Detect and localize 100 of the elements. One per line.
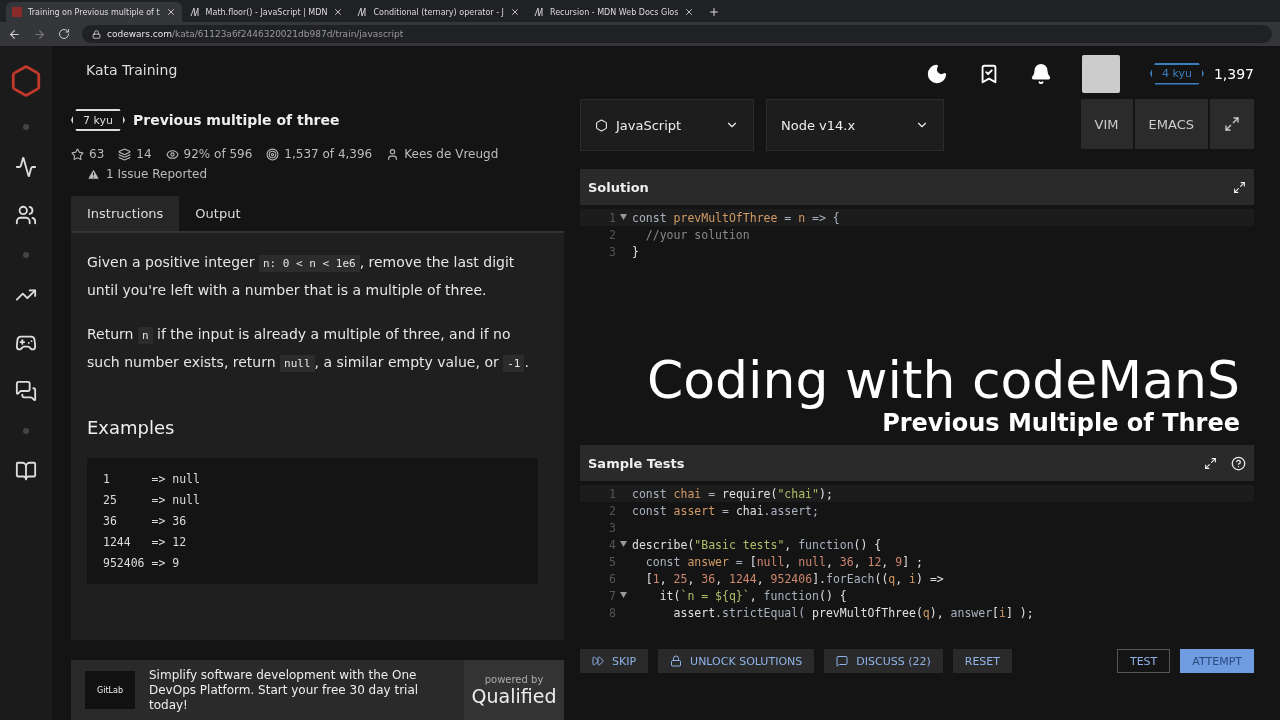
discuss-icon xyxy=(836,655,849,667)
back-icon[interactable] xyxy=(8,27,21,41)
close-icon[interactable] xyxy=(510,7,520,17)
expand-icon[interactable] xyxy=(1204,456,1217,470)
mode-button[interactable]: VIM xyxy=(1080,99,1133,149)
fold-icon[interactable] xyxy=(620,541,627,547)
code-line: assert.strictEqual( prevMultOfThree(q), answer[i] ); xyxy=(672,605,1034,620)
line-number: 1 xyxy=(608,210,617,225)
address-bar[interactable]: codewars.com/kata/61123a6f2446320021db987d/train/javascript xyxy=(82,25,1272,43)
moon-icon[interactable] xyxy=(925,62,948,85)
paragraph: Given a positive integer n: 0 < n < 1e6 , remove the last digit until you're left with a number that is a multiple of three. xyxy=(87,253,516,300)
browser-tab[interactable]: Math.floor() - JavaScript | MDN xyxy=(183,2,350,22)
line-number: 2 xyxy=(608,227,617,242)
stat-text: 14 xyxy=(136,147,152,161)
code-line: } xyxy=(632,244,639,259)
favicon-icon xyxy=(534,7,544,17)
book-icon[interactable] xyxy=(15,460,37,482)
stat-text: Kees de Vreugd xyxy=(404,147,499,161)
stat-text: 1,537 of 4,396 xyxy=(284,147,373,161)
rank-badge: 7 kyu xyxy=(71,109,125,131)
bell-icon[interactable] xyxy=(1029,62,1052,85)
collections-icon xyxy=(118,147,132,161)
fullscreen-button[interactable] xyxy=(1210,99,1254,149)
close-icon[interactable] xyxy=(333,7,344,17)
overlay-subtitle: Previous Multiple of Three xyxy=(882,409,1240,437)
code-line: 25 => null xyxy=(103,493,201,507)
ad-logo[interactable]: GitLab xyxy=(85,671,135,709)
honor-score: 1,397 xyxy=(1213,65,1254,82)
stat-text: 63 xyxy=(89,147,105,161)
code-line: 1244 => 12 xyxy=(103,535,188,549)
page-title: Kata Training xyxy=(85,61,179,78)
skip-icon xyxy=(592,655,604,667)
language-select[interactable]: JavaScript xyxy=(580,99,754,151)
tab[interactable]: Instructions xyxy=(71,196,180,231)
browser-tab[interactable]: Recursion - MDN Web Docs Glos xyxy=(528,2,701,22)
favicon-icon xyxy=(357,7,368,17)
section-heading: Examples xyxy=(87,417,176,438)
test-button[interactable]: TEST xyxy=(1116,649,1171,673)
version-select[interactable]: Node v14.x xyxy=(766,99,944,151)
help-icon[interactable] xyxy=(1231,455,1246,471)
code-line: describe("Basic tests", function() { xyxy=(632,537,882,552)
mode-button[interactable]: EMACS xyxy=(1134,99,1208,149)
kata-title: Previous multiple of three xyxy=(132,112,340,128)
satisfaction-icon xyxy=(165,147,179,161)
avatar[interactable] xyxy=(1081,54,1120,93)
line-number: 5 xyxy=(608,554,617,569)
forward-icon[interactable] xyxy=(33,27,46,41)
line-number: 8 xyxy=(608,605,617,620)
browser-tab[interactable]: Training on Previous multiple of t xyxy=(6,2,182,22)
code-line: const assert = chai.assert; xyxy=(632,503,819,518)
warning-icon xyxy=(87,167,100,181)
discuss-button[interactable]: DISCUSS (22) xyxy=(824,649,943,673)
line-number: 1 xyxy=(608,486,617,501)
code-line: [1, 25, 36, 1244, 952406].forEach((q, i) => xyxy=(644,571,944,586)
expand-icon xyxy=(1224,116,1240,132)
pane-title: Solution xyxy=(588,179,650,195)
star-icon xyxy=(71,147,84,161)
favicon-icon xyxy=(12,7,22,17)
skip-button[interactable]: SKIP xyxy=(580,649,649,673)
close-icon[interactable] xyxy=(165,7,176,17)
url-text: codewars.com/kata/61123a6f2446320021db987d/train/javascript xyxy=(107,29,404,39)
author-icon xyxy=(386,147,400,161)
line-number: 3 xyxy=(608,244,617,259)
brand-logo[interactable]: Qualified xyxy=(471,684,557,707)
code-line: const prevMultOfThree = n => { xyxy=(632,210,840,225)
line-number: 4 xyxy=(608,537,617,552)
fold-icon[interactable] xyxy=(620,214,627,220)
paragraph: Return n if the input is already a multiple of three, and if no such number exists, return null , a similar empty value, or -1 . xyxy=(87,325,530,374)
tab[interactable]: Output xyxy=(179,196,257,231)
messages-icon[interactable] xyxy=(15,380,37,402)
close-icon[interactable] xyxy=(684,7,695,17)
ad-text[interactable]: Simplify software development with the One DevOps Platform. Start your free 30 day trial today! xyxy=(149,667,450,713)
code-line: //your solution xyxy=(644,227,750,242)
overlay-title: Coding with codeManS xyxy=(646,351,1240,409)
code-line: 952406 => 9 xyxy=(103,556,181,570)
line-number: 3 xyxy=(608,520,617,535)
line-number: 7 xyxy=(608,588,617,603)
code-line: it(`n = ${q}`, function() { xyxy=(658,588,847,603)
lock-icon xyxy=(92,29,101,39)
code-line: const chai = require("chai"); xyxy=(632,486,833,501)
reload-icon[interactable] xyxy=(58,28,70,40)
unlock-icon xyxy=(670,655,683,667)
expand-icon[interactable] xyxy=(1233,180,1246,194)
completed-icon xyxy=(266,147,280,161)
rank-badge: 4 kyu xyxy=(1149,62,1204,85)
powered-by-text: powered by xyxy=(484,673,544,685)
unlock-button[interactable]: UNLOCK SOLUTIONS xyxy=(658,649,815,673)
line-number: 2 xyxy=(608,503,617,518)
code-line: const answer = [null, null, 36, 12, 9] ; xyxy=(644,554,923,569)
fold-icon[interactable] xyxy=(620,592,627,598)
issue-link[interactable]: 1 Issue Reported xyxy=(106,167,208,181)
browser-tab[interactable]: Conditional (ternary) operator - J xyxy=(351,2,526,22)
line-number: 6 xyxy=(608,571,617,586)
logo-icon[interactable] xyxy=(9,64,43,98)
reset-button[interactable]: RESET xyxy=(952,649,1012,673)
new-tab-icon[interactable] xyxy=(708,6,721,18)
people-icon[interactable] xyxy=(15,204,37,226)
pane-title: Sample Tests xyxy=(588,455,686,471)
code-line: 36 => 36 xyxy=(103,514,188,528)
hexagon-icon xyxy=(595,118,608,132)
